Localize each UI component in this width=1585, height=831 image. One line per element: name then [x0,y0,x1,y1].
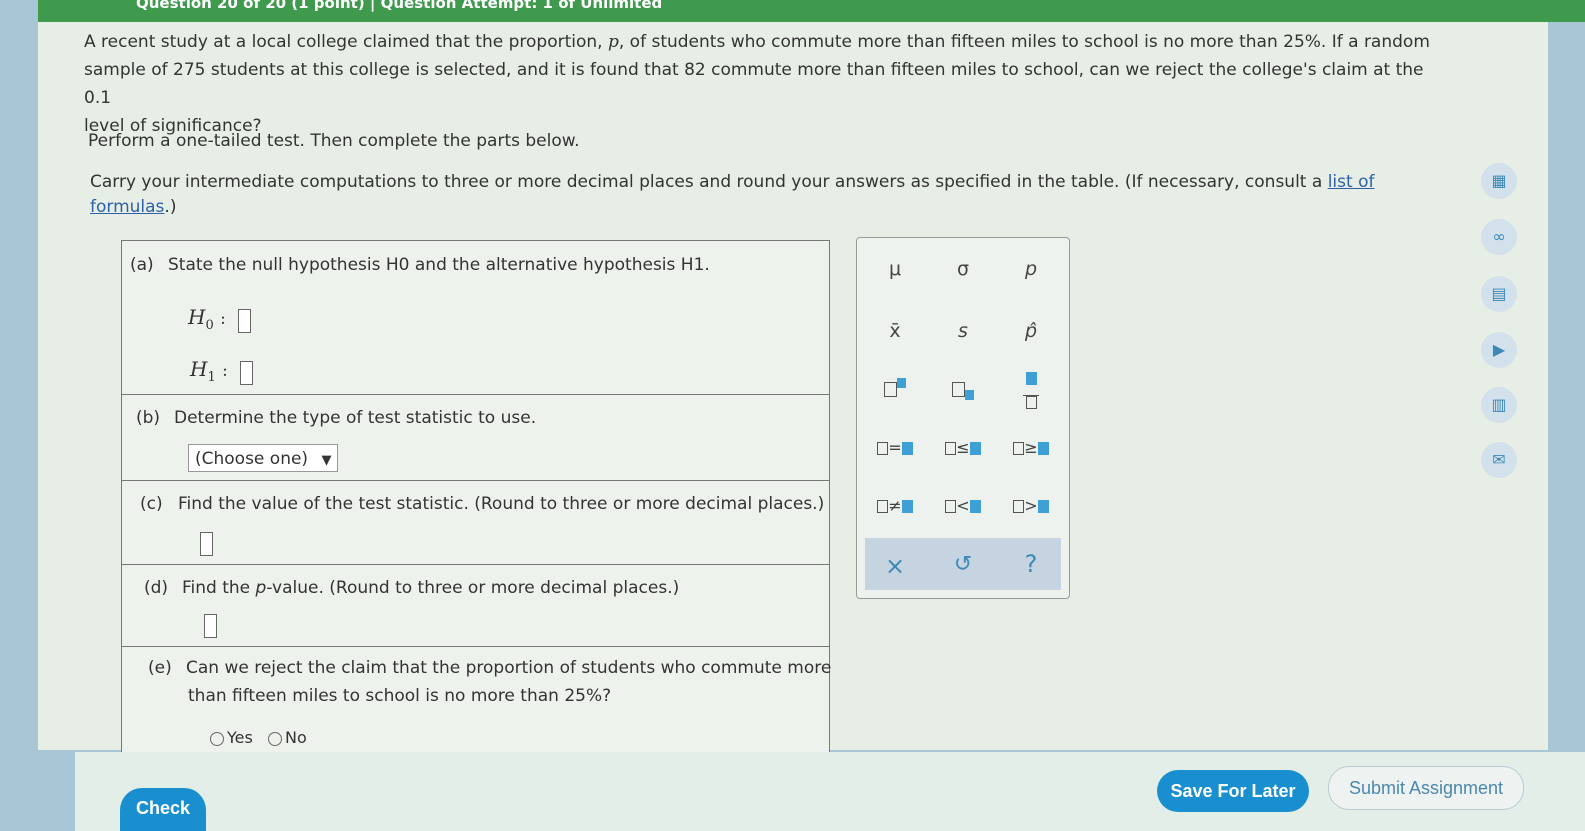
greater-equal-key[interactable]: ≥ [1001,438,1061,457]
h1-input[interactable] [240,361,253,385]
subscript-icon[interactable] [933,378,993,400]
s-key[interactable]: s [933,320,993,342]
question-text: A recent study at a local college claime… [84,32,1430,136]
calculator-icon[interactable]: ▦ [1481,163,1517,199]
chevron-down-icon: ▼ [321,453,332,468]
part-c: (c) Find the value of the test statistic… [122,482,829,565]
less-than-key[interactable]: < [933,496,993,515]
test-statistic-input[interactable] [200,532,213,556]
h1-label: H1 : [190,357,228,385]
h0-input[interactable] [238,309,251,333]
answer-table: (a) State the null hypothesis H0 and the… [121,240,832,754]
mail-icon[interactable]: ✉ [1481,442,1517,478]
not-equal-key[interactable]: ≠ [865,496,925,515]
formulas-link[interactable]: list of [1328,172,1375,192]
p-key[interactable]: p [1001,258,1061,280]
xbar-key[interactable]: x̄ [865,320,925,342]
table-icon[interactable]: ▥ [1481,387,1517,423]
palette-action-bar: × ↺ ? [865,538,1061,590]
part-e: (e) Can we reject the claim that the pro… [148,658,832,747]
submit-assignment-button[interactable]: Submit Assignment [1328,766,1524,810]
header-bar: Question 20 of 20 (1 point) | Question A… [38,0,1585,22]
undo-icon[interactable]: ↺ [933,552,993,577]
equals-key[interactable]: = [865,438,925,457]
infinity-icon[interactable]: ∞ [1481,219,1517,255]
formulas-link-cont[interactable]: formulas [90,197,164,217]
test-statistic-select[interactable]: (Choose one) ▼ [188,444,338,472]
mu-key[interactable]: μ [865,258,925,280]
radio-no[interactable]: No [268,728,307,747]
superscript-icon[interactable] [865,378,925,400]
check-button[interactable]: Check [120,788,206,831]
less-equal-key[interactable]: ≤ [933,438,993,457]
greater-than-key[interactable]: > [1001,496,1061,515]
clear-icon[interactable]: × [865,552,925,580]
p-value-input[interactable] [204,614,217,638]
ebook-icon[interactable]: ▤ [1481,276,1517,312]
sigma-key[interactable]: σ [933,258,993,280]
phat-key[interactable]: p̂ [1001,320,1061,342]
part-b: (b) Determine the type of test statistic… [122,396,829,481]
part-a: (a) State the null hypothesis H0 and the… [122,241,829,395]
header-title: Question 20 of 20 (1 point) | Question A… [136,0,663,12]
instruction-text: Perform a one-tailed test. Then complete… [88,131,580,151]
radio-yes[interactable]: Yes [210,728,253,747]
help-icon[interactable]: ? [1001,550,1061,578]
save-for-later-button[interactable]: Save For Later [1157,770,1309,812]
h0-label: H0 : [188,305,226,333]
symbol-palette: μ σ p x̄ s p̂ = ≤ ≥ ≠ < > × ↺ ? [856,237,1070,599]
part-d: (d) Find the p-value. (Round to three or… [122,566,829,647]
carry-text: Carry your intermediate computations to … [90,172,1375,217]
video-icon[interactable]: ▶ [1481,332,1517,368]
fraction-icon[interactable] [1001,372,1061,409]
